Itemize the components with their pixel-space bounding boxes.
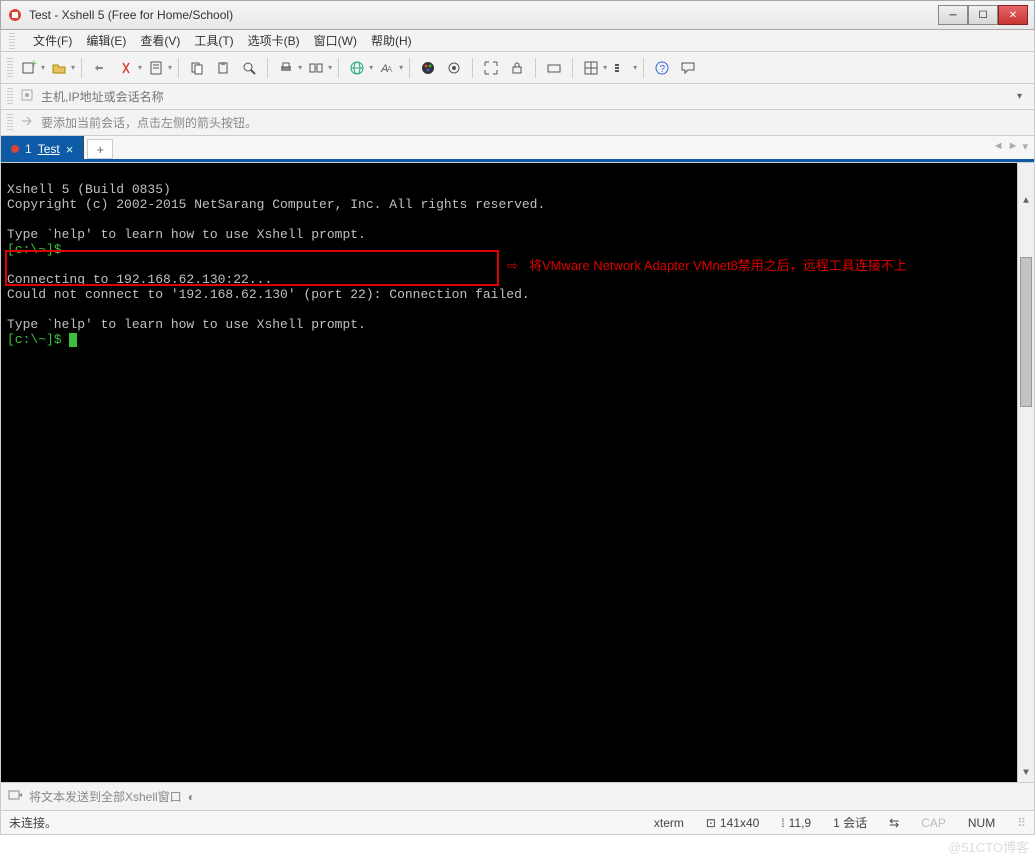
font-button[interactable]: AA <box>375 56 399 80</box>
status-num: NUM <box>968 816 995 830</box>
send-icon[interactable] <box>7 787 23 806</box>
feedback-button[interactable] <box>676 56 700 80</box>
highlight-button[interactable] <box>442 56 466 80</box>
cursor-icon <box>69 333 77 347</box>
term-line: Type `help' to learn how to use Xshell p… <box>7 317 366 332</box>
address-input[interactable] <box>41 90 1005 104</box>
menu-help[interactable]: 帮助(H) <box>371 32 412 49</box>
status-cursor: 11,9 <box>789 816 811 830</box>
watermark: @51CTO博客 <box>948 837 1029 856</box>
term-line: Copyright (c) 2002-2015 NetSarang Comput… <box>7 197 545 212</box>
annotation-arrow: ⇨ <box>507 258 518 273</box>
keyboard-button[interactable] <box>542 56 566 80</box>
minimize-button[interactable]: ─ <box>938 5 968 25</box>
app-icon <box>7 7 23 23</box>
menu-edit[interactable]: 编辑(E) <box>86 32 126 49</box>
arrow-icon <box>19 113 35 132</box>
tab-next-icon[interactable]: ► <box>1008 140 1019 153</box>
svg-text:＋: ＋ <box>30 60 37 68</box>
find-button[interactable] <box>237 56 261 80</box>
disconnect-button[interactable] <box>114 56 138 80</box>
status-dot-icon <box>11 145 19 153</box>
tab-menu-icon[interactable]: ▾ <box>1022 140 1028 153</box>
reconnect-button[interactable] <box>88 56 112 80</box>
window-title: Test - Xshell 5 (Free for Home/School) <box>29 8 938 22</box>
tile-button[interactable] <box>579 56 603 80</box>
color-scheme-button[interactable] <box>416 56 440 80</box>
maximize-button[interactable]: ☐ <box>968 5 998 25</box>
highlight-box <box>5 250 499 286</box>
sendbar: 将文本发送到全部Xshell窗口 ◐ <box>0 783 1035 811</box>
copy-button[interactable] <box>185 56 209 80</box>
status-sessions: 1 会话 <box>833 814 867 831</box>
scroll-thumb[interactable] <box>1020 257 1032 407</box>
scroll-up-icon[interactable]: ▲ <box>1018 193 1034 210</box>
resize-grip-icon[interactable]: ⠿ <box>1017 816 1026 830</box>
help-button[interactable]: ? <box>650 56 674 80</box>
grip-icon <box>9 33 15 49</box>
language-button[interactable] <box>345 56 369 80</box>
svg-text:A: A <box>387 65 393 74</box>
close-button[interactable]: ✕ <box>998 5 1028 25</box>
cursor-pos-icon: ⁞ <box>781 816 784 830</box>
scrollbar[interactable]: ▲ ▼ <box>1017 163 1034 782</box>
link-icon: ⇆ <box>889 816 899 830</box>
paste-button[interactable] <box>211 56 235 80</box>
status-connection: 未连接。 <box>9 814 57 831</box>
titlebar: Test - Xshell 5 (Free for Home/School) ─… <box>0 0 1035 30</box>
statusbar: 未连接。 xterm ⊡141x40 ⁞11,9 1 会话 ⇆ CAP NUM … <box>0 811 1035 835</box>
menu-tools[interactable]: 工具(T) <box>194 32 233 49</box>
new-tab-button[interactable]: + <box>87 139 113 159</box>
tab-name: Test <box>38 142 60 156</box>
menu-tabs[interactable]: 选项卡(B) <box>248 32 300 49</box>
hint-text: 要添加当前会话，点击左侧的箭头按钮。 <box>41 114 257 131</box>
tab-test[interactable]: 1 Test × <box>1 136 84 162</box>
annotation-text: 将VMware Network Adapter VMnet8禁用之后，远程工具连… <box>529 258 907 273</box>
tabbar: 1 Test × + ◄ ► ▾ <box>0 136 1035 163</box>
grip-icon <box>7 88 13 106</box>
menu-window[interactable]: 窗口(W) <box>314 32 357 49</box>
menu-file[interactable]: 文件(F) <box>33 32 72 49</box>
addressbar: ▾ <box>0 84 1035 110</box>
toolbar: ＋▾ ▾ ▾ ▾ ▾ ▾ ▾ AA▾ ▾ ▾ ? <box>0 52 1035 84</box>
terminal[interactable]: Xshell 5 (Build 0835) Copyright (c) 2002… <box>0 163 1035 783</box>
tab-prev-icon[interactable]: ◄ <box>993 140 1004 153</box>
size-icon: ⊡ <box>706 816 716 830</box>
menubar: 文件(F) 编辑(E) 查看(V) 工具(T) 选项卡(B) 窗口(W) 帮助(… <box>0 30 1035 52</box>
menu-view[interactable]: 查看(V) <box>140 32 180 49</box>
properties-button[interactable] <box>144 56 168 80</box>
tab-close-icon[interactable]: × <box>66 142 74 157</box>
tab-number: 1 <box>25 142 32 156</box>
sendbar-toggle-icon[interactable]: ◐ <box>188 790 195 804</box>
address-dropdown[interactable]: ▾ <box>1011 91 1028 102</box>
term-line: Could not connect to '192.168.62.130' (p… <box>7 287 530 302</box>
grip-icon <box>7 114 13 132</box>
file-transfer-button[interactable] <box>304 56 328 80</box>
fullscreen-button[interactable] <box>479 56 503 80</box>
print-button[interactable] <box>274 56 298 80</box>
scroll-down-icon[interactable]: ▼ <box>1018 765 1034 782</box>
open-button[interactable] <box>47 56 71 80</box>
term-prompt: [c:\~]$ <box>7 332 62 347</box>
hintbar: 要添加当前会话，点击左侧的箭头按钮。 <box>0 110 1035 136</box>
cascade-button[interactable] <box>609 56 633 80</box>
term-line: Xshell 5 (Build 0835) <box>7 182 171 197</box>
host-icon <box>19 87 35 106</box>
status-size: 141x40 <box>720 816 759 830</box>
term-line: Type `help' to learn how to use Xshell p… <box>7 227 366 242</box>
status-caps: CAP <box>921 816 946 830</box>
svg-text:?: ? <box>660 64 666 75</box>
status-termtype: xterm <box>654 816 684 830</box>
lock-button[interactable] <box>505 56 529 80</box>
sendbar-text: 将文本发送到全部Xshell窗口 <box>29 788 182 805</box>
new-session-button[interactable]: ＋ <box>17 56 41 80</box>
grip-icon <box>7 58 13 78</box>
